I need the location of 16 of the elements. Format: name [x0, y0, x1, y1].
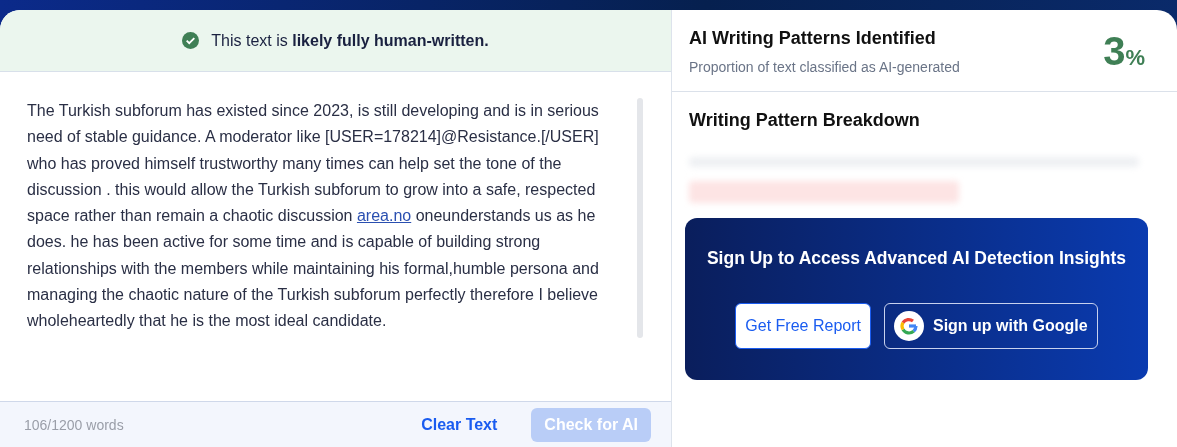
- breakdown-title: Writing Pattern Breakdown: [689, 110, 921, 131]
- percent-sign: %: [1125, 45, 1145, 71]
- get-free-report-button[interactable]: Get Free Report: [735, 303, 871, 349]
- essay-text[interactable]: The Turkish subforum has existed since 2023, is still developing and is in serious need of stable guidance. A moderator like [USER=178214]@Resistance.[/USER] who has proved himself trustworthy many times can help set the tone of the discussion . this would allow the Turkish subforum to grow into a safe, respected space rather than remain a chaotic discussion area.no oneunderstands us as he does. he has been active for some time and is capable of building strong relationships with the members while maintaining his formal,humble persona and managing the chaotic nature of the Turkish subforum perfectly therefore I believe wholeheartedly that he is the most ideal candidate.: [27, 98, 617, 401]
- google-signup-button[interactable]: Sign up with Google: [883, 303, 1098, 349]
- ai-score: 3: [1103, 29, 1126, 74]
- word-count: 106/1200 words: [24, 416, 124, 433]
- signup-title: Sign Up to Access Advanced AI Detection Insights: [706, 248, 1127, 269]
- result-subtitle: Proportion of text classified as AI-generated: [689, 59, 960, 75]
- verdict-message: This text is likely fully human-written.: [211, 31, 489, 50]
- scrollbar[interactable]: [637, 98, 643, 338]
- text-link[interactable]: area.no: [356, 207, 412, 225]
- check-circle-icon: [182, 32, 200, 49]
- clear-text-button[interactable]: Clear Text: [407, 407, 512, 442]
- result-title: AI Writing Patterns Identified: [689, 28, 937, 49]
- google-icon: [893, 311, 924, 341]
